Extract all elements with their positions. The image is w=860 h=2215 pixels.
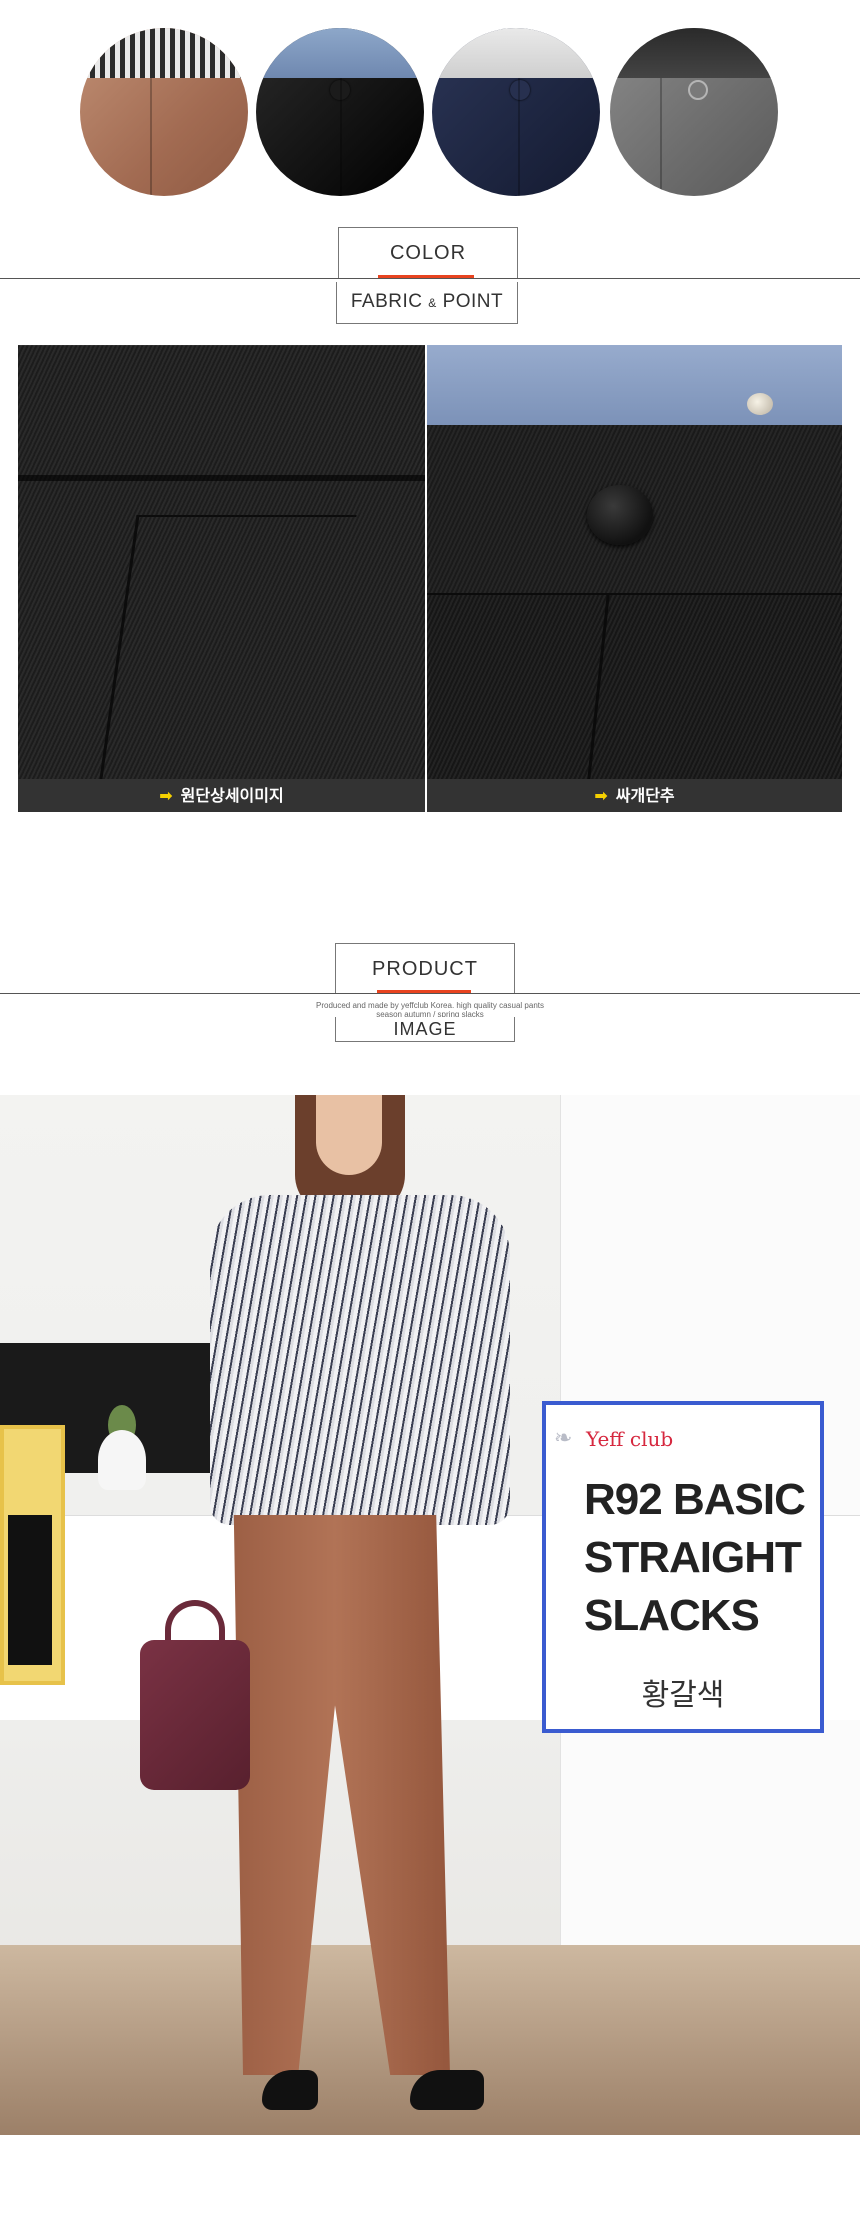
caption-label: 싸개단추 (615, 786, 675, 805)
swatch-seam (660, 78, 662, 196)
model-face (316, 1095, 382, 1175)
swatch-camel[interactable] (80, 28, 248, 196)
swatch-waistband (432, 28, 600, 79)
shirt-hem (427, 345, 842, 425)
color-swatch-row (0, 0, 860, 215)
swatch-gray[interactable] (610, 28, 778, 196)
fly-seam (587, 595, 610, 779)
swatch-waistband (610, 28, 778, 79)
section-title-product: PRODUCT (335, 943, 515, 994)
fabric-caption-detail: ➡ 원단상세이미지 (18, 779, 425, 812)
subtitle-line: Produced and made by yeffclub Korea. hig… (316, 1001, 544, 1010)
model-striped-blouse (210, 1195, 510, 1525)
arrow-right-icon: ➡ (159, 786, 173, 805)
swatch-button (510, 80, 530, 100)
shirt-button (747, 393, 773, 415)
section-title-fabric-point: FABRIC & POINT (336, 282, 518, 324)
covered-button (587, 485, 653, 545)
swatch-black[interactable] (256, 28, 424, 196)
section-title-color: COLOR (338, 227, 518, 278)
caption-label: 원단상세이미지 (180, 786, 284, 805)
swatch-seam (340, 78, 342, 196)
product-label-card: ❧ Yeff club R92 BASIC STRAIGHT SLACKS 황갈… (542, 1401, 824, 1733)
product-name-line: SLACKS (584, 1591, 760, 1640)
section-title-image: IMAGE (335, 1017, 515, 1042)
point-title-word: POINT (442, 291, 504, 312)
section-divider (0, 278, 860, 279)
fabric-title-amp: & (428, 296, 437, 310)
pocket-edge (99, 515, 357, 779)
section-divider (0, 993, 860, 994)
fabric-detail-panel: ➡ 원단상세이미지 ➡ 싸개단추 (18, 345, 842, 812)
swatch-navy[interactable] (432, 28, 600, 196)
swatch-waistband (80, 28, 248, 79)
brand-name: Yeff club (586, 1427, 674, 1451)
swatch-button (688, 80, 708, 100)
swatch-seam (150, 78, 152, 196)
product-color-name: 황갈색 (641, 1678, 725, 1713)
swatch-seam (518, 78, 520, 196)
waist-seam (18, 475, 425, 481)
covered-button-image (427, 345, 842, 779)
sign-board (8, 1515, 52, 1665)
arrow-right-icon: ➡ (594, 786, 608, 805)
brand-logo-icon: ❧ (554, 1425, 573, 1450)
product-name-line: STRAIGHT (584, 1533, 802, 1582)
product-name-line: R92 BASIC (584, 1475, 806, 1524)
fabric-closeup-image (18, 345, 425, 779)
fabric-caption-button: ➡ 싸개단추 (427, 779, 842, 812)
background-sign (0, 1425, 65, 1685)
fabric-title-word: FABRIC (350, 291, 423, 312)
product-name: R92 BASIC STRAIGHT SLACKS (584, 1471, 814, 1645)
swatch-waistband (256, 28, 424, 79)
right-heel-shoe (410, 2070, 484, 2110)
handbag (140, 1640, 250, 1790)
plant-pot (98, 1430, 146, 1490)
